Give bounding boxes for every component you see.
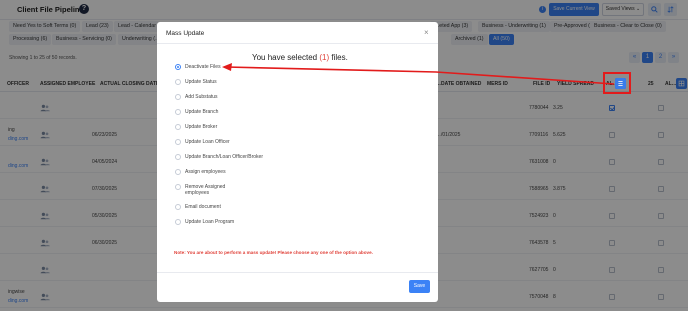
annotation-arrow (222, 63, 615, 85)
